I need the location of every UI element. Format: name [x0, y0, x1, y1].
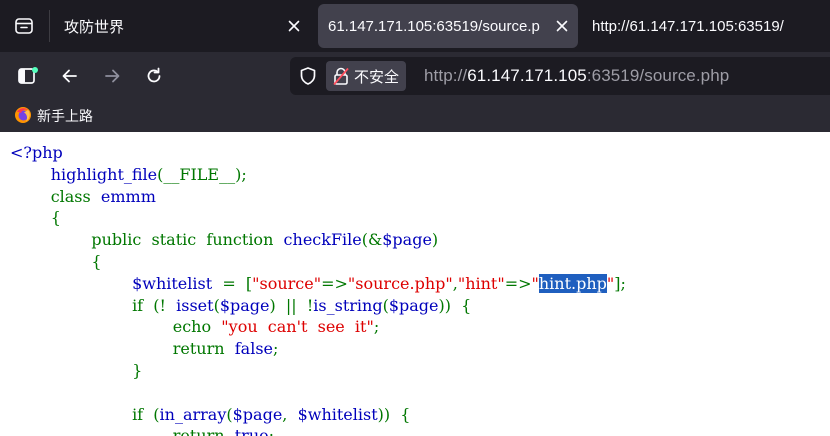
code-token: ;	[273, 339, 279, 359]
close-icon[interactable]	[284, 16, 304, 36]
code-token: =>	[321, 273, 348, 293]
bookmark-newbie-guide[interactable]: 新手上路	[14, 105, 93, 127]
code-token: ,	[282, 404, 288, 424]
code-token: return	[172, 426, 225, 436]
code-token: {	[461, 295, 472, 315]
url-host: 61.147.171.105	[467, 66, 587, 85]
code-token: =>	[504, 273, 532, 293]
url-scheme: http://	[424, 66, 468, 85]
url-bar[interactable]: 不安全 http://61.147.171.105:63519/source.p…	[290, 57, 830, 95]
code-token: "you can't see it"	[221, 317, 374, 337]
code-token: $page	[388, 295, 439, 315]
php-open-tag: <?php	[10, 143, 63, 162]
security-label: 不安全	[354, 68, 400, 86]
code-token: ;	[268, 426, 274, 436]
code-token: ))	[438, 295, 451, 315]
code-token: false	[234, 339, 273, 359]
tracking-protection-shield-icon[interactable]	[298, 66, 318, 86]
code-token: )	[431, 230, 439, 250]
code-line: public static function checkFile(&$page)	[10, 229, 626, 251]
code-token: $page	[232, 404, 283, 424]
selected-text[interactable]: hint.php	[538, 273, 607, 293]
code-line: <?php	[10, 142, 626, 164]
code-token: {	[400, 404, 411, 424]
close-icon[interactable]	[552, 16, 572, 36]
insecure-lock-icon	[332, 66, 350, 86]
code-token: highlight_file	[50, 164, 158, 184]
code-token: }	[132, 360, 143, 380]
code-token: class	[50, 186, 91, 206]
code-token: public static function	[91, 230, 274, 250]
tab-title: 61.147.171.105:63519/source.php	[328, 17, 540, 35]
code-line: $whitelist = ["source"=>"source.php","hi…	[10, 273, 626, 295]
navigation-toolbar: 不安全 http://61.147.171.105:63519/source.p…	[0, 52, 830, 100]
code-token: "source"	[252, 273, 322, 293]
code-token: checkFile	[283, 230, 362, 250]
tab-strip: 攻防世界 61.147.171.105:63519/source.php htt…	[0, 0, 830, 52]
code-token: ];	[614, 273, 626, 293]
code-token: {	[91, 251, 102, 271]
firefox-icon	[14, 106, 32, 127]
tab-source-php[interactable]: 61.147.171.105:63519/source.php	[318, 4, 578, 48]
tab-title: 攻防世界	[64, 18, 125, 36]
code-line: if (! isset($page) || !is_string($page))…	[10, 295, 626, 317]
tab-title: http://61.147.171.105:63519/	[592, 17, 784, 35]
code-token: ;	[373, 317, 380, 337]
tab-separator	[49, 10, 50, 42]
url-path: :63519/source.php	[586, 66, 730, 85]
page-content: <?php highlight_file(__FILE__); class em…	[0, 132, 830, 436]
code-token: = [	[222, 273, 253, 293]
security-indicator-button[interactable]: 不安全	[326, 61, 406, 91]
code-token: is_string	[313, 295, 383, 315]
code-token: (__FILE__);	[157, 164, 247, 184]
code-line: }	[10, 360, 626, 382]
code-token: {	[50, 208, 61, 228]
code-token: (!	[153, 295, 166, 315]
code-token: $page	[219, 295, 270, 315]
code-token: (&	[361, 230, 383, 250]
code-token: if	[132, 295, 144, 315]
code-line: {	[10, 251, 626, 273]
code-token: ))	[377, 404, 391, 424]
code-token: return	[172, 339, 225, 359]
code-token: $whitelist	[297, 404, 378, 424]
code-line: {	[10, 207, 626, 229]
bookmarks-toolbar: 新手上路	[0, 100, 830, 132]
back-icon[interactable]	[54, 60, 86, 92]
php-source-code: <?php highlight_file(__FILE__); class em…	[10, 142, 626, 436]
code-token: "source.php"	[347, 273, 453, 293]
tab-root[interactable]: http://61.147.171.105:63519/	[580, 4, 830, 48]
code-token: "hint"	[457, 273, 505, 293]
code-line: return true;	[10, 425, 626, 436]
code-line: if (in_array($page, $whitelist)) {	[10, 404, 626, 426]
tab-overview-icon[interactable]	[8, 10, 40, 42]
code-token: "	[531, 273, 539, 293]
tab-gongfang[interactable]: 攻防世界	[52, 4, 310, 48]
code-token: in_array	[159, 404, 227, 424]
code-token: isset	[176, 295, 214, 315]
code-line: highlight_file(__FILE__);	[10, 164, 626, 186]
code-token: )	[269, 295, 276, 315]
code-line: return false;	[10, 338, 626, 360]
forward-icon[interactable]	[96, 60, 128, 92]
url-text[interactable]: http://61.147.171.105:63519/source.php	[424, 66, 729, 86]
code-token: emmm	[100, 186, 156, 206]
code-token: true	[234, 426, 269, 436]
code-line: echo "you can't see it";	[10, 316, 626, 338]
code-token: ||	[285, 295, 297, 315]
code-line: class emmm	[10, 186, 626, 208]
reload-icon[interactable]	[138, 60, 170, 92]
code-token: $whitelist	[132, 273, 213, 293]
bookmark-label: 新手上路	[37, 108, 93, 124]
code-token: if	[132, 404, 144, 424]
code-token: echo	[172, 317, 212, 337]
code-token: $page	[382, 230, 432, 250]
sidebar-icon[interactable]	[12, 60, 44, 92]
